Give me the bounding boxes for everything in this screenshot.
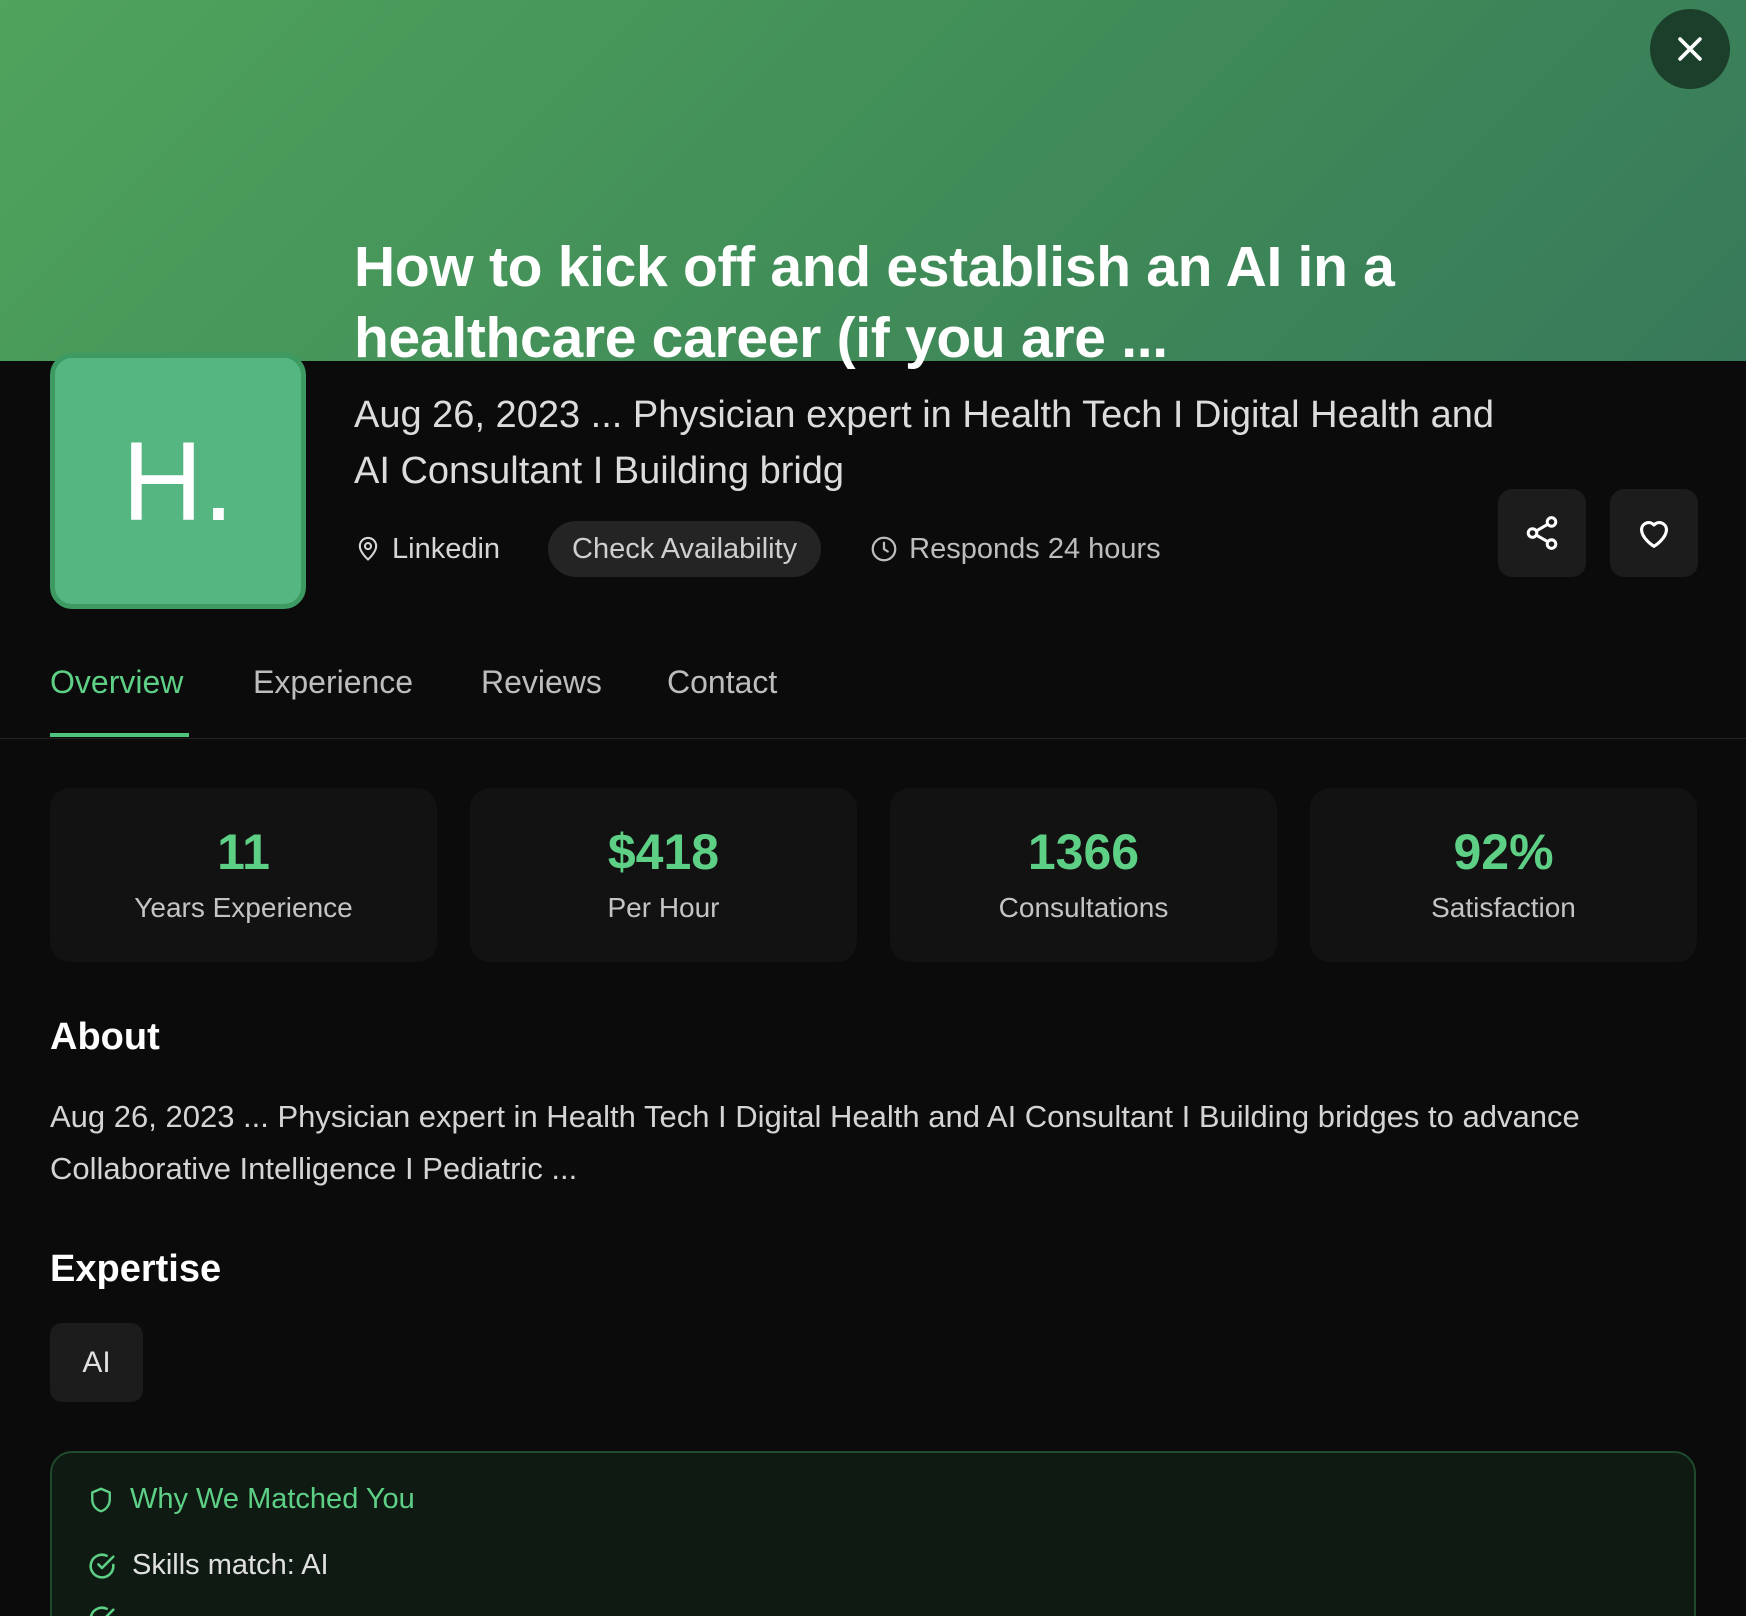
match-reason-label: Skills match: AI xyxy=(132,1549,329,1581)
location-label: Linkedin xyxy=(392,532,501,565)
stat-card-experience: 11 Years Experience xyxy=(50,788,437,962)
stat-label: Years Experience xyxy=(134,892,353,923)
match-reason: Skills match: AI xyxy=(86,1549,329,1582)
profile-subtitle: Aug 26, 2023 ... Physician expert in Hea… xyxy=(354,394,1494,492)
tab-experience[interactable]: Experience xyxy=(253,664,413,701)
location: Linkedin xyxy=(354,533,500,566)
stat-value: 92% xyxy=(1453,824,1554,880)
active-tab-indicator xyxy=(50,733,189,737)
page-title: How to kick off and establish an AI in a… xyxy=(354,235,1395,370)
expert-profile-modal: How to kick off and establish an AI in a… xyxy=(0,0,1746,1616)
stat-card-rate: $418 Per Hour xyxy=(470,788,857,962)
about-heading: About xyxy=(50,1016,160,1058)
avatar: H. xyxy=(50,353,306,609)
heart-icon xyxy=(1639,521,1669,548)
match-reason xyxy=(86,1603,118,1616)
share-button[interactable] xyxy=(1498,489,1586,577)
stat-label: Per Hour xyxy=(607,892,720,923)
check-circle-icon xyxy=(89,1606,115,1616)
match-heading-label: Why We Matched You xyxy=(130,1483,415,1515)
stat-label: Satisfaction xyxy=(1431,892,1576,923)
tab-reviews[interactable]: Reviews xyxy=(481,664,602,701)
response-time: Responds 24 hours xyxy=(869,533,1161,566)
profile-meta: Linkedin Check Availability Responds 24 … xyxy=(354,520,1161,578)
tab-overview[interactable]: Overview xyxy=(50,664,183,701)
clock-icon xyxy=(871,536,897,562)
stat-value: 1366 xyxy=(1027,824,1140,880)
expertise-heading: Expertise xyxy=(50,1248,222,1290)
check-circle-icon xyxy=(89,1552,115,1579)
match-reasons-card: Why We Matched You Skills match: AI xyxy=(50,1451,1696,1616)
tab-contact[interactable]: Contact xyxy=(667,664,777,701)
stat-value: $418 xyxy=(607,824,720,880)
check-availability-button[interactable]: Check Availability xyxy=(548,521,822,577)
close-icon xyxy=(1678,37,1702,61)
match-heading: Why We Matched You xyxy=(86,1483,415,1516)
expertise-tag: AI xyxy=(50,1323,143,1402)
about-text: Aug 26, 2023 ... Physician expert in Hea… xyxy=(50,1099,1580,1186)
response-time-label: Responds 24 hours xyxy=(909,532,1161,565)
shield-icon xyxy=(91,1487,111,1512)
location-pin-icon xyxy=(358,536,378,561)
stat-value: 11 xyxy=(217,824,270,880)
favorite-button[interactable] xyxy=(1610,489,1698,577)
stat-card-satisfaction: 92% Satisfaction xyxy=(1310,788,1697,962)
stat-label: Consultations xyxy=(998,892,1169,923)
tab-bar: Overview Experience Reviews Contact xyxy=(0,640,1746,739)
close-button[interactable] xyxy=(1650,9,1730,89)
stat-card-consultations: 1366 Consultations xyxy=(890,788,1277,962)
share-icon xyxy=(1526,516,1558,550)
